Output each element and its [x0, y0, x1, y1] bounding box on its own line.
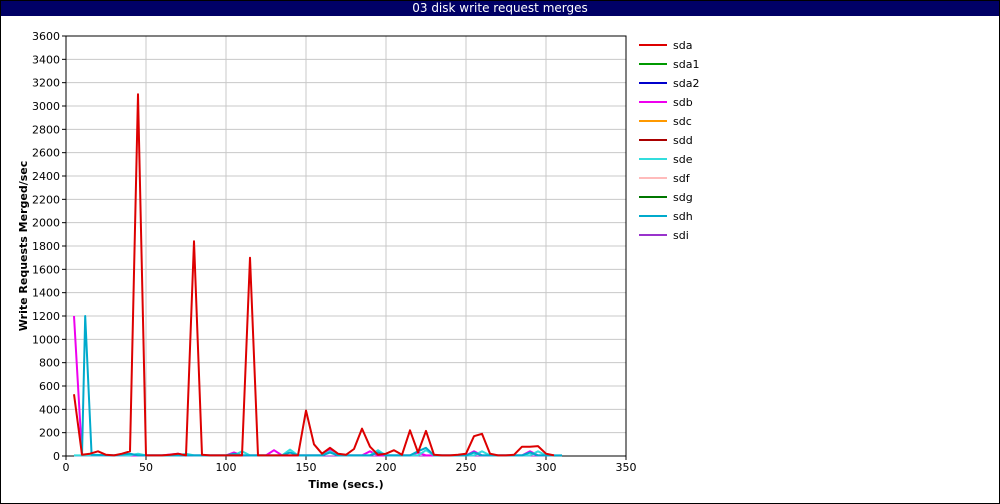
chart-window: 03 disk write request merges 0 200 400 600 8…	[0, 0, 1000, 504]
data-series	[73, 93, 562, 457]
y-tick-label: 2600	[32, 147, 60, 160]
legend-label-sdb: sdb	[673, 96, 693, 109]
x-tick-label: 300	[536, 461, 557, 474]
legend-label-sde: sde	[673, 153, 693, 166]
y-tick-label: 200	[39, 427, 60, 440]
y-tick-label: 3400	[32, 53, 60, 66]
x-tick-label: 250	[456, 461, 477, 474]
y-tick-label: 1600	[32, 263, 60, 276]
y-tick-label: 0	[53, 450, 60, 463]
y-tick-label: 1000	[32, 333, 60, 346]
y-tick-label: 1200	[32, 310, 60, 323]
y-tick-label: 600	[39, 380, 60, 393]
y-tick-label: 2400	[32, 170, 60, 183]
legend-label-sda2: sda2	[673, 77, 699, 90]
grid-lines	[65, 35, 627, 457]
line-chart: 0200400600800100012001400160018002000220…	[17, 30, 699, 491]
legend-label-sdg: sdg	[673, 191, 693, 204]
x-tick-label: 200	[376, 461, 397, 474]
y-tick-label: 3200	[32, 77, 60, 90]
legend-label-sdh: sdh	[673, 210, 693, 223]
y-tick-label: 800	[39, 357, 60, 370]
legend-label-sdf: sdf	[673, 172, 691, 185]
x-tick-label: 0	[63, 461, 70, 474]
legend-label-sda: sda	[673, 39, 692, 52]
y-tick-label: 2800	[32, 123, 60, 136]
legend-label-sdc: sdc	[673, 115, 692, 128]
x-tick-label: 350	[616, 461, 637, 474]
legend-label-sdi: sdi	[673, 229, 689, 242]
legend-label-sdd: sdd	[673, 134, 693, 147]
y-tick-label: 2200	[32, 193, 60, 206]
x-tick-label: 100	[216, 461, 237, 474]
x-tick-label: 50	[139, 461, 153, 474]
y-tick-label: 1400	[32, 287, 60, 300]
y-tick-label: 3000	[32, 100, 60, 113]
y-tick-label: 2000	[32, 217, 60, 230]
y-tick-label: 1800	[32, 240, 60, 253]
legend-label-sda1: sda1	[673, 58, 699, 71]
y-tick-label: 3600	[32, 30, 60, 43]
legend: sda sda1 sda2 sdb sdc sdd sde sdf sdg sdh sdi	[639, 39, 699, 242]
y-tick-label: 400	[39, 403, 60, 416]
x-tick-label: 150	[296, 461, 317, 474]
y-axis-title: Write Requests Merged/sec	[17, 161, 30, 332]
y-axis-ticks: 0 200 400 600 800 1000 1200 1400 1600 1800 2000 220…	[32, 30, 66, 463]
x-axis-title: Time (secs.)	[308, 478, 383, 491]
x-axis-ticks: 0 50 100 150 200 250 300 350	[63, 456, 637, 474]
